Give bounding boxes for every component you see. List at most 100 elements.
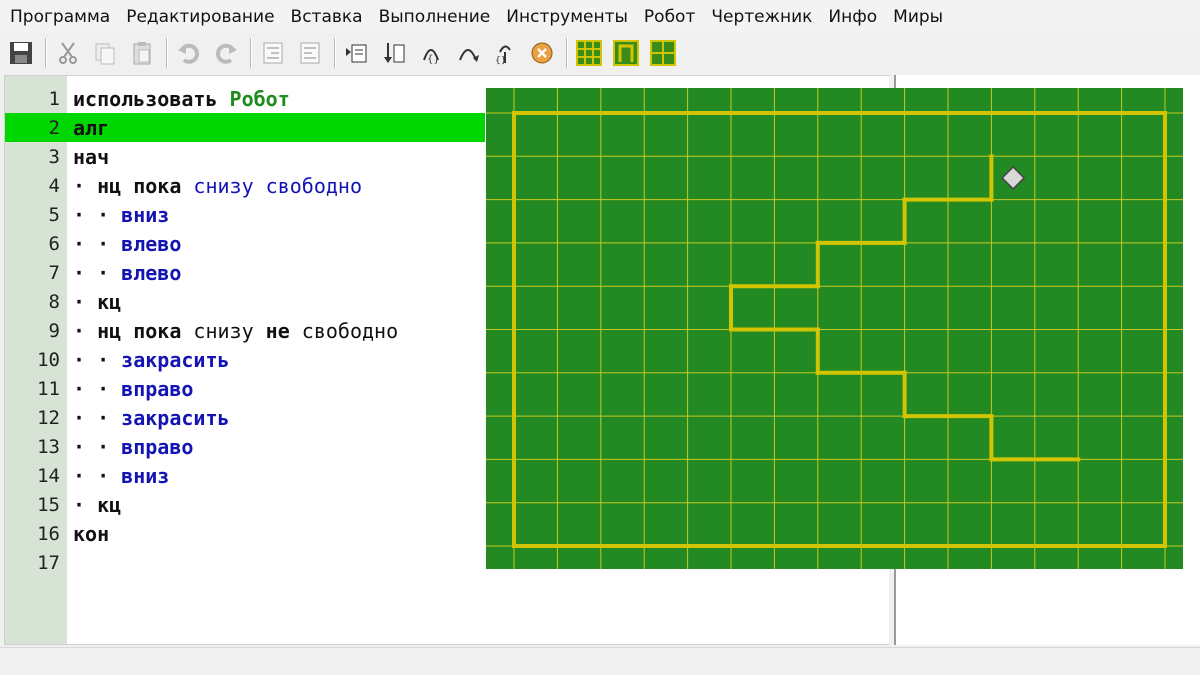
line-number: 1	[48, 87, 60, 110]
save-icon[interactable]	[6, 38, 36, 68]
code-token: Робот	[229, 86, 290, 111]
code-token: · ·	[73, 202, 122, 227]
robot-field	[486, 88, 1183, 569]
paste-icon[interactable]	[127, 38, 157, 68]
line-number: 11	[37, 377, 60, 400]
toolbar-separator	[334, 38, 336, 68]
status-bar	[0, 647, 1200, 675]
stop-icon[interactable]	[527, 38, 557, 68]
line-number: 4	[48, 174, 60, 197]
undo-icon[interactable]	[174, 38, 204, 68]
toolbar-separator	[166, 38, 168, 68]
cut-icon[interactable]	[53, 38, 83, 68]
line-number: 12	[37, 406, 60, 429]
code-token: закрасить	[121, 405, 230, 430]
line-number: 6	[48, 232, 60, 255]
line-number: 2	[48, 116, 60, 139]
step-into-icon[interactable]: {}	[416, 38, 446, 68]
line-number: 5	[48, 203, 60, 226]
menu-bar: Программа Редактирование Вставка Выполнение…	[0, 0, 1200, 33]
menu-item[interactable]: Чертежник	[703, 7, 820, 27]
code-text: алг	[73, 116, 109, 140]
code-token: · ·	[73, 463, 122, 488]
code-text: нач	[73, 145, 109, 169]
menu-item[interactable]: Инструменты	[498, 7, 636, 27]
step-icon[interactable]	[379, 38, 409, 68]
run-icon[interactable]	[342, 38, 372, 68]
line-number: 15	[37, 493, 60, 516]
code-token: вправо	[121, 376, 194, 401]
code-text: · · вниз	[73, 464, 169, 488]
outdent-icon[interactable]	[295, 38, 325, 68]
robot-setup-icon[interactable]	[648, 38, 678, 68]
code-token: закрасить	[121, 347, 230, 372]
code-token: кц	[97, 289, 122, 314]
code-text: · · вправо	[73, 435, 193, 459]
toolbar-separator	[250, 38, 252, 68]
code-token: · ·	[73, 376, 122, 401]
code-token: вниз	[121, 463, 170, 488]
code-token: кц	[97, 492, 122, 517]
line-number: 9	[48, 319, 60, 342]
code-text: · · вниз	[73, 203, 169, 227]
toolbar-separator	[566, 38, 568, 68]
restart-icon[interactable]: {}	[490, 38, 520, 68]
menu-item[interactable]: Миры	[885, 7, 951, 27]
copy-icon[interactable]	[90, 38, 120, 68]
robot-field-icon[interactable]	[574, 38, 604, 68]
menu-item[interactable]: Инфо	[820, 7, 885, 27]
step-out-icon[interactable]	[453, 38, 483, 68]
code-token: не	[265, 318, 290, 343]
robot-remote-icon[interactable]	[611, 38, 641, 68]
menu-item[interactable]: Программа	[2, 7, 118, 27]
code-text: · · влево	[73, 232, 181, 256]
svg-text:{}: {}	[495, 56, 506, 66]
code-text: · · влево	[73, 261, 181, 285]
code-token: нц пока	[97, 318, 194, 343]
code-token: · ·	[73, 434, 122, 459]
code-token: снизу	[193, 318, 266, 343]
toolbar: {} {}	[0, 33, 1200, 73]
code-text: · кц	[73, 493, 121, 517]
code-token: ·	[73, 318, 98, 343]
line-number: 10	[37, 348, 60, 371]
code-token: снизу свободно	[193, 173, 362, 198]
code-text: · · закрасить	[73, 406, 230, 430]
code-text: · кц	[73, 290, 121, 314]
code-text: · нц пока снизу не свободно	[73, 319, 398, 343]
redo-icon[interactable]	[211, 38, 241, 68]
code-token: алг	[73, 115, 110, 140]
code-line[interactable]: 2 алг	[5, 113, 485, 142]
menu-item[interactable]: Выполнение	[371, 7, 499, 27]
code-token: влево	[121, 260, 182, 285]
menu-item[interactable]: Робот	[636, 7, 703, 27]
code-token: вниз	[121, 202, 170, 227]
line-number: 17	[37, 551, 60, 574]
line-number: 3	[48, 145, 60, 168]
line-number: 13	[37, 435, 60, 458]
code-text: · нц пока снизу свободно	[73, 174, 362, 198]
code-token: свободно	[289, 318, 399, 343]
code-token: нц пока	[97, 173, 194, 198]
code-token: нач	[73, 144, 110, 169]
menu-item[interactable]: Вставка	[283, 7, 371, 27]
code-token: использовать	[73, 86, 230, 111]
code-text: · · вправо	[73, 377, 193, 401]
code-token: · ·	[73, 231, 122, 256]
code-token: ·	[73, 492, 98, 517]
indent-icon[interactable]	[258, 38, 288, 68]
line-number: 16	[37, 522, 60, 545]
code-token: влево	[121, 231, 182, 256]
code-token: · ·	[73, 260, 122, 285]
code-token: ·	[73, 289, 98, 314]
code-token: · ·	[73, 405, 122, 430]
line-number: 14	[37, 464, 60, 487]
code-text: кон	[73, 522, 109, 546]
toolbar-separator	[45, 38, 47, 68]
code-text: использовать Робот	[73, 87, 290, 111]
code-token: кон	[73, 521, 110, 546]
menu-item[interactable]: Редактирование	[118, 7, 282, 27]
code-token: · ·	[73, 347, 122, 372]
line-number: 8	[48, 290, 60, 313]
line-number: 7	[48, 261, 60, 284]
